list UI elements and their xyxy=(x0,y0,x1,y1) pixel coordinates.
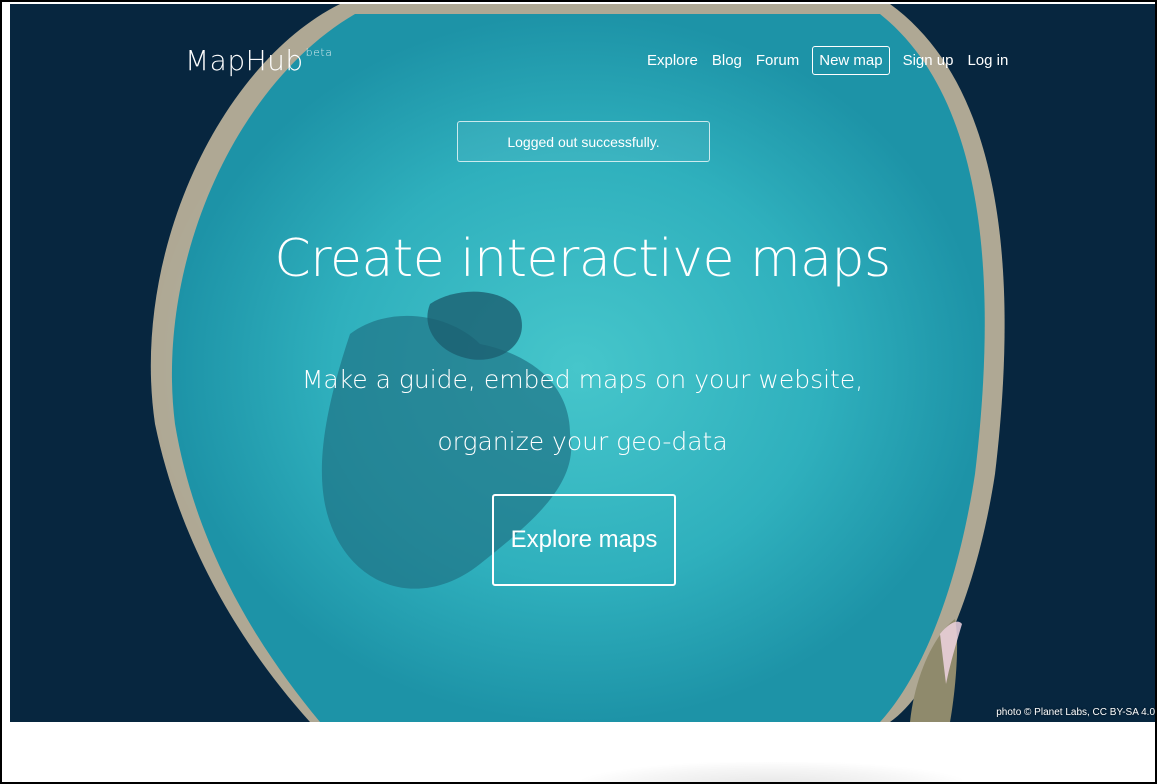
hero-subtitle-line-2: organize your geo-data xyxy=(437,427,728,456)
nav-blog-link[interactable]: Blog xyxy=(705,46,749,75)
beta-badge: beta xyxy=(305,46,333,59)
photo-credit: photo © Planet Labs, CC BY-SA 4.0 xyxy=(996,707,1155,718)
nav-signup-link[interactable]: Sign up xyxy=(896,46,961,75)
hero-title: Create interactive maps xyxy=(274,229,891,289)
hero-subtitle: Make a guide, embed maps on your website… xyxy=(10,349,1155,473)
nav-forum-link[interactable]: Forum xyxy=(749,46,806,75)
explore-maps-button[interactable]: Explore maps xyxy=(492,494,676,586)
brand-name: MapHub xyxy=(185,44,304,77)
top-navigation: Explore Blog Forum New map Sign up Log i… xyxy=(640,46,1015,75)
new-map-button[interactable]: New map xyxy=(812,46,890,75)
hero-subtitle-line-1: Make a guide, embed maps on your website… xyxy=(301,365,864,394)
flash-message: Logged out successfully. xyxy=(457,121,710,162)
hero-section: MapHub beta Explore Blog Forum New map Si… xyxy=(10,4,1155,722)
nav-explore-link[interactable]: Explore xyxy=(640,46,705,75)
nav-login-link[interactable]: Log in xyxy=(960,46,1015,75)
browser-viewport: MapHub beta Explore Blog Forum New map Si… xyxy=(0,0,1157,784)
brand-logo[interactable]: MapHub beta xyxy=(185,44,332,77)
content-card-shadow xyxy=(582,762,962,782)
